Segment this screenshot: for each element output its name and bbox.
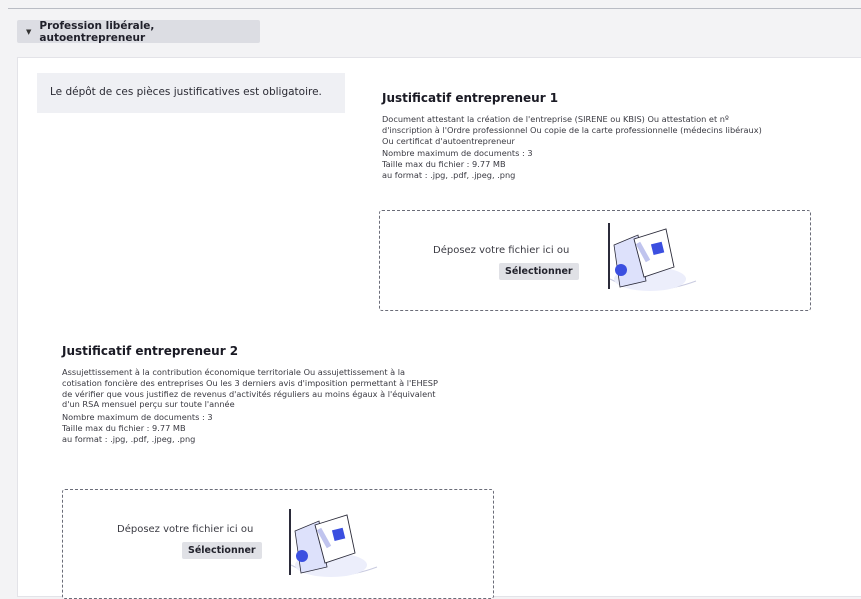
max-file-size: Taille max du fichier : 9.77 MB — [62, 422, 186, 433]
allowed-formats: au format : .jpg, .pdf, .jpeg, .png — [382, 169, 516, 180]
justificatif-description: Document attestant la création de l'entr… — [382, 114, 762, 146]
section-toggle[interactable]: ▼ Profession libérale, autoentrepreneur — [17, 19, 260, 44]
select-file-button[interactable]: Sélectionner — [182, 542, 262, 559]
justificatif-2: Justificatif entrepreneur 2 Assujettisse… — [62, 344, 442, 445]
justificatif-description: Assujettissement à la contribution écono… — [62, 367, 438, 410]
top-divider — [8, 8, 861, 9]
select-file-button[interactable]: Sélectionner — [499, 263, 579, 280]
section-title: Profession libérale, autoentrepreneur — [39, 19, 155, 44]
chevron-down-icon: ▼ — [26, 27, 32, 36]
justificatif-1: Justificatif entrepreneur 1 Document att… — [382, 91, 762, 181]
allowed-formats: au format : .jpg, .pdf, .jpeg, .png — [62, 433, 196, 444]
max-documents: Nombre maximum de documents : 3 — [62, 412, 213, 423]
max-file-size: Taille max du fichier : 9.77 MB — [382, 159, 506, 170]
file-dropzone-1[interactable]: Déposez votre fichier ici ou Sélectionne… — [379, 210, 811, 311]
dropzone-text: Déposez votre fichier ici ou — [433, 245, 570, 256]
upload-illustration-icon — [608, 223, 697, 291]
justificatif-title: Justificatif entrepreneur 2 — [62, 344, 239, 358]
upload-illustration-icon — [289, 509, 378, 577]
dropzone-text: Déposez votre fichier ici ou — [117, 524, 254, 535]
mandatory-note: Le dépôt de ces pièces justificatives es… — [37, 73, 345, 113]
max-documents: Nombre maximum de documents : 3 — [382, 148, 533, 159]
file-dropzone-2[interactable]: Déposez votre fichier ici ou Sélectionne… — [62, 489, 494, 599]
justificatif-title: Justificatif entrepreneur 1 — [382, 91, 559, 105]
